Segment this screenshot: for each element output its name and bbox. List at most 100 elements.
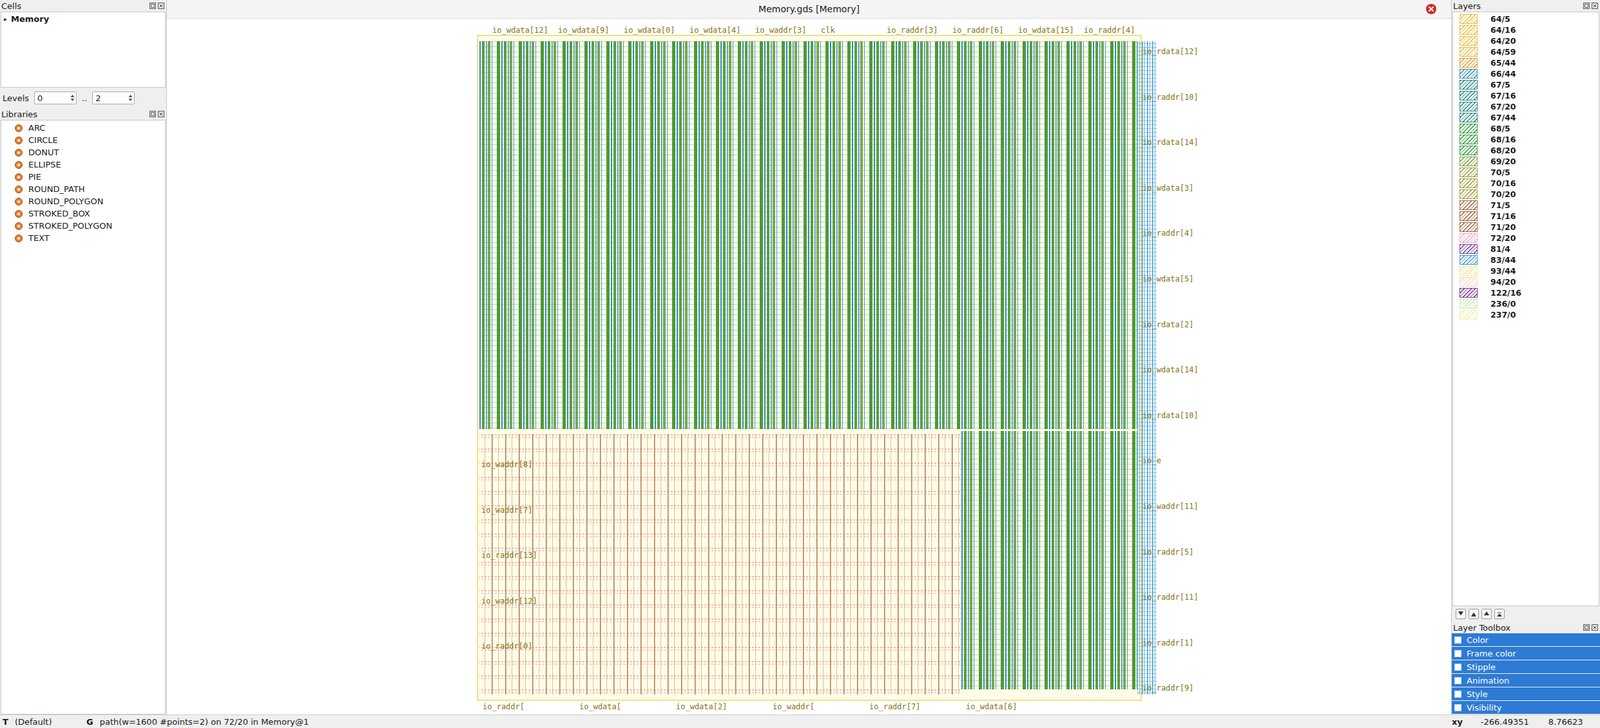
expander[interactable]: ▸ [3, 15, 8, 23]
pin-label: io_wdata[6] [965, 702, 1017, 712]
pin-label: io_waddr[11] [1142, 501, 1199, 511]
collapsed-box[interactable] [1454, 650, 1462, 658]
layer-row[interactable]: 93/44 [1453, 265, 1599, 277]
layer-row[interactable]: 83/44 [1453, 254, 1599, 266]
layer-swatch [1459, 167, 1478, 178]
close-icon[interactable] [157, 110, 165, 118]
layer-swatch [1459, 145, 1478, 156]
pin-label: io_raddr[7] [869, 702, 921, 712]
toolbox-section[interactable]: Style [1451, 687, 1600, 701]
float-icon[interactable] [1583, 624, 1590, 631]
level-to-spinbox[interactable]: 2 [92, 91, 135, 105]
layout-canvas[interactable]: io_wdata[12]io_wdata[9]io_wdata[0]io_wda… [166, 18, 1452, 715]
layer-row[interactable]: 71/16 [1453, 210, 1599, 222]
layer-row[interactable]: 67/44 [1453, 112, 1599, 124]
cell-tree-item[interactable]: ▸Memory [3, 13, 163, 25]
close-icon[interactable] [157, 2, 165, 10]
cell-tree[interactable]: ▸Memory [0, 11, 166, 88]
library-icon [14, 221, 24, 231]
layer-row[interactable]: 237/0 [1453, 309, 1599, 321]
layer-row[interactable]: 236/0 [1453, 298, 1599, 310]
float-icon[interactable] [149, 110, 156, 118]
layer-list[interactable]: 64/564/1664/2064/5965/4466/4467/567/1667… [1452, 11, 1600, 607]
arrow-icon [1482, 610, 1491, 618]
level-from-spinbox[interactable]: 0 [34, 91, 77, 105]
library-item[interactable]: CIRCLE [1, 134, 165, 147]
layer-row[interactable]: 68/5 [1453, 123, 1599, 135]
toolbox-section[interactable]: Visibility [1451, 701, 1600, 714]
library-item[interactable]: STROKED_BOX [1, 207, 165, 220]
layer-row[interactable]: 66/44 [1453, 68, 1599, 80]
collapsed-box[interactable] [1454, 636, 1462, 644]
toolbox-section[interactable]: Stipple [1451, 660, 1600, 674]
layer-row[interactable]: 68/20 [1453, 144, 1599, 156]
right-panel: Layers64/564/1664/2064/5965/4466/4467/56… [1451, 0, 1600, 715]
layer-row[interactable]: 94/20 [1453, 276, 1599, 288]
spin-arrows-icon[interactable] [128, 94, 133, 102]
view-title: Memory.gds [Memory] [758, 3, 860, 15]
layer-row[interactable]: 71/20 [1453, 221, 1599, 233]
close-view-icon[interactable] [1425, 3, 1437, 15]
layer-move-button[interactable] [1481, 608, 1492, 620]
levels-row: Levels0..2 [0, 87, 167, 109]
layer-row[interactable]: 67/20 [1453, 101, 1599, 113]
library-item[interactable]: ROUND_PATH [1, 183, 165, 196]
layer-swatch [1459, 178, 1478, 189]
toolbox-section[interactable]: Animation [1451, 674, 1600, 687]
collapsed-box[interactable] [1454, 704, 1462, 712]
pin-label: io_rdata[10] [1142, 411, 1199, 421]
layer-row[interactable]: 81/4 [1453, 243, 1599, 255]
pin-label: io_raddr[10] [1142, 92, 1199, 102]
layer-swatch [1459, 25, 1478, 35]
toolbox-section[interactable]: Color [1451, 633, 1600, 647]
collapsed-box[interactable] [1454, 690, 1462, 698]
close-icon[interactable] [1591, 2, 1599, 10]
layer-row[interactable]: 64/20 [1453, 35, 1599, 47]
layer-row[interactable]: 64/59 [1453, 46, 1599, 58]
layers-header: Layers [1451, 0, 1600, 12]
layer-swatch [1459, 244, 1478, 254]
layer-row[interactable]: 72/20 [1453, 232, 1599, 244]
library-item[interactable]: PIE [1, 170, 165, 184]
layer-swatch [1459, 79, 1478, 90]
layer-row[interactable]: 122/16 [1453, 287, 1599, 299]
layer-row[interactable]: 64/5 [1453, 13, 1599, 25]
layer-row[interactable]: 71/5 [1453, 199, 1599, 211]
library-item[interactable]: ARC [1, 121, 165, 135]
layer-move-button[interactable] [1494, 608, 1505, 620]
layer-swatch [1459, 112, 1478, 123]
layer-row[interactable]: 70/5 [1453, 166, 1599, 178]
close-icon[interactable] [1591, 624, 1599, 631]
toolbox-section[interactable]: Frame color [1451, 646, 1600, 660]
pin-label: io_waddr[12] [481, 596, 538, 606]
layer-row[interactable]: 64/16 [1453, 24, 1599, 36]
library-list[interactable]: ARCCIRCLEDONUTELLIPSEPIEROUND_PATHROUND_… [0, 119, 166, 715]
library-item[interactable]: ROUND_POLYGON [1, 195, 165, 208]
library-item[interactable]: STROKED_POLYGON [1, 219, 165, 232]
layer-row[interactable]: 69/20 [1453, 155, 1599, 167]
collapsed-box[interactable] [1454, 677, 1462, 685]
layer-move-button[interactable] [1455, 608, 1466, 620]
float-icon[interactable] [149, 2, 156, 10]
layer-row[interactable]: 67/5 [1453, 79, 1599, 91]
layer-move-button[interactable] [1468, 608, 1479, 620]
layer-swatch [1459, 134, 1478, 145]
library-icon [14, 123, 24, 133]
layer-row[interactable]: 70/20 [1453, 188, 1599, 200]
library-item[interactable]: TEXT [1, 231, 165, 245]
library-item[interactable]: DONUT [1, 146, 165, 159]
layout-drawing[interactable]: io_wdata[12]io_wdata[9]io_wdata[0]io_wda… [166, 18, 1452, 715]
layer-row[interactable]: 67/16 [1453, 90, 1599, 102]
layer-swatch [1459, 156, 1478, 167]
layer-swatch [1459, 36, 1478, 46]
pin-label: io_wdata[9] [558, 25, 609, 35]
pin-label: io_waddr[ [772, 702, 815, 712]
layer-row[interactable]: 68/16 [1453, 134, 1599, 145]
library-item[interactable]: ELLIPSE [1, 158, 165, 171]
layer-row[interactable]: 70/16 [1453, 177, 1599, 189]
float-icon[interactable] [1583, 2, 1590, 10]
collapsed-box[interactable] [1454, 663, 1462, 671]
layer-row[interactable]: 65/44 [1453, 57, 1599, 69]
layer-swatch [1459, 123, 1478, 134]
spin-arrows-icon[interactable] [70, 94, 75, 102]
